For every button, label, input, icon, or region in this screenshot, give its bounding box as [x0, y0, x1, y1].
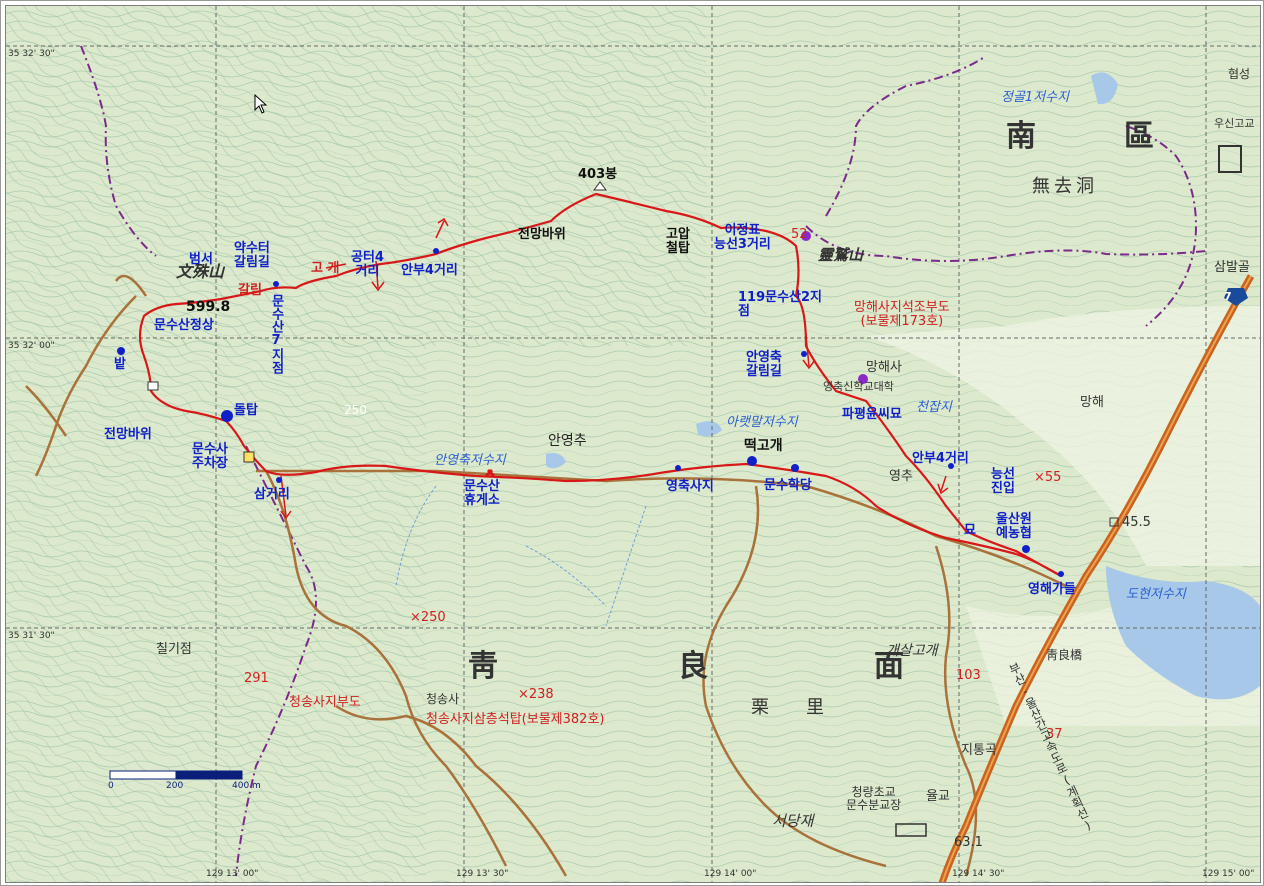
cheonjap-label: 천잡지 [916, 400, 952, 415]
elev-63: 63.1 [954, 835, 983, 850]
cheong-label: 靑 [468, 649, 504, 684]
anyeongchuk-junction-label: 안영축 갈림길 [746, 350, 782, 379]
pylon-label: 고압 철탑 [666, 227, 690, 256]
lat-label-mid: 35 32' 00" [8, 341, 55, 351]
munsusan-7-label: 문수산7지점 [268, 294, 284, 374]
ariang-reservoir-label: 아랫말저수지 [726, 415, 798, 430]
lon-label-5: 129 15' 00" [1202, 869, 1255, 879]
cheongryang-bridge-label: 靑良橋 [1046, 648, 1083, 662]
mudeogdong-label: 無去洞 [1032, 176, 1098, 197]
elev-238: ×238 [518, 687, 554, 702]
ulsan-nonghyup-label: 울산원 예농협 [996, 512, 1032, 541]
manghaesa-label: 망해사 [866, 360, 902, 375]
three-way-junction-label: 삼거리 [254, 487, 290, 502]
munsu-summit-label: 문수산정상 [154, 318, 214, 333]
yeongchuk-mountain-label: 靈鷲山 [818, 246, 864, 264]
school-label: 청량초교 문수분교장 [846, 785, 902, 812]
lat-label-top: 35 32' 30" [8, 49, 55, 59]
gaesalgogae-label: 개살고개 [886, 643, 938, 659]
yeonghae-label: 영해가들 [1028, 582, 1076, 597]
chilgijeom-label: 칠기점 [156, 642, 192, 657]
yaksu-junction-label: 약수터 갈림길 [234, 241, 270, 270]
manghaesa-treasure-label: 망해사지석조부도 (보물제173호) [854, 300, 950, 329]
dohyeon-reservoir-label: 도현저수지 [1126, 587, 1186, 602]
lon-label-2: 129 13' 30" [456, 869, 509, 879]
rest-area-label: 문수산 휴게소 [464, 479, 500, 508]
elev-45: 45.5 [1122, 515, 1151, 530]
region-label-gu: 區 [1124, 119, 1160, 154]
yul-label: 栗 [751, 697, 769, 718]
elev-55: ×55 [1034, 470, 1062, 485]
jitonggok-label: 지통곡 [961, 743, 997, 758]
gogae-label: 고 개 [311, 261, 340, 276]
munsusan-119-label: 119문수산2지 점 [738, 290, 823, 319]
scale-bar-graphic [109, 770, 243, 780]
yeongchu-village-label: 영추 [889, 469, 913, 484]
signpost-label: 이정표 능선3거리 [714, 223, 771, 252]
seodangjae-label: 서당재 [772, 812, 814, 830]
munsusa-parking-label: 문수사 주차장 [192, 442, 228, 471]
elev-291: 291 [244, 671, 269, 686]
tomb-label: 묘 [964, 523, 976, 538]
jeonggol-reservoir-label: 정골1저수지 [1001, 90, 1070, 105]
peak-403-label: 403봉 [578, 167, 618, 182]
yeongchuk-univ-label: 영축신학교대학 [823, 380, 894, 393]
scale-0: 0 [108, 781, 114, 791]
anbu-junction-b-label: 안부4거리 [912, 451, 969, 466]
mouse-cursor-icon [254, 94, 268, 114]
viewpoint-rock-label-1: 전망바위 [518, 227, 566, 242]
cheongsongsa-budo-label: 청송사지부도 [289, 695, 361, 710]
summit-elevation: 599.8 [186, 299, 231, 315]
cheongsongsa-label: 청송사 [426, 692, 460, 706]
gongteo-label: 공터4 거리 [351, 250, 384, 279]
elev-103: 103 [956, 668, 981, 683]
anyeongchu-village-label: 안영추 [548, 433, 587, 449]
elev-52: 52 [791, 227, 808, 242]
usin-school-label: 우신고교 [1214, 117, 1255, 130]
lon-label-3: 129 14' 00" [704, 869, 757, 879]
elev-250: 250 [344, 403, 367, 417]
anbu-junction-label: 안부4거리 [401, 263, 458, 278]
scale-400: 400 m [232, 781, 261, 791]
viewpoint-rock-label-2: 전망바위 [104, 427, 152, 442]
elev-250b: ×250 [410, 610, 446, 625]
field-label: 밭 [114, 357, 126, 372]
hyeopseong-label: 협성 [1228, 67, 1251, 81]
li-label: 里 [806, 697, 824, 718]
anyeongchuk-reservoir-label: 안영축저수지 [434, 453, 506, 468]
lon-label-1: 129 13' 00" [206, 869, 259, 879]
beomseo-label: 범서 [189, 252, 213, 267]
yulgyo-label: 율교 [926, 789, 950, 804]
manghae-village-label: 망해 [1080, 395, 1104, 410]
papyeong-tomb-label: 파평윤씨묘 [842, 407, 902, 422]
ddeokgogae-label: 떡고개 [744, 438, 783, 454]
lon-label-4: 129 14' 30" [952, 869, 1005, 879]
region-label-nam: 南 [1006, 119, 1042, 154]
ridge-entry-label: 능선 진입 [991, 467, 1015, 496]
route-7-label: 7 [1224, 290, 1232, 303]
galim-label: 갈림 [238, 283, 262, 298]
cheongsongsa-tower-label: 청송사지삼층석탑(보물제382호) [426, 712, 605, 727]
scale-200: 200 [166, 781, 184, 791]
topographic-map[interactable]: 35 32' 30" 35 32' 00" 35 31' 30" 129 13'… [5, 5, 1261, 883]
stone-tower-label: 돌탑 [234, 403, 258, 418]
lat-label-bot: 35 31' 30" [8, 631, 55, 641]
munsu-hakdang-label: 문수학당 [764, 478, 812, 493]
ryang-label: 良 [678, 649, 714, 684]
yeongchuksaji-label: 영축사지 [666, 479, 714, 494]
map-frame: 35 32' 30" 35 32' 00" 35 31' 30" 129 13'… [0, 0, 1264, 886]
sambalgol-label: 삼발골 [1214, 260, 1250, 275]
